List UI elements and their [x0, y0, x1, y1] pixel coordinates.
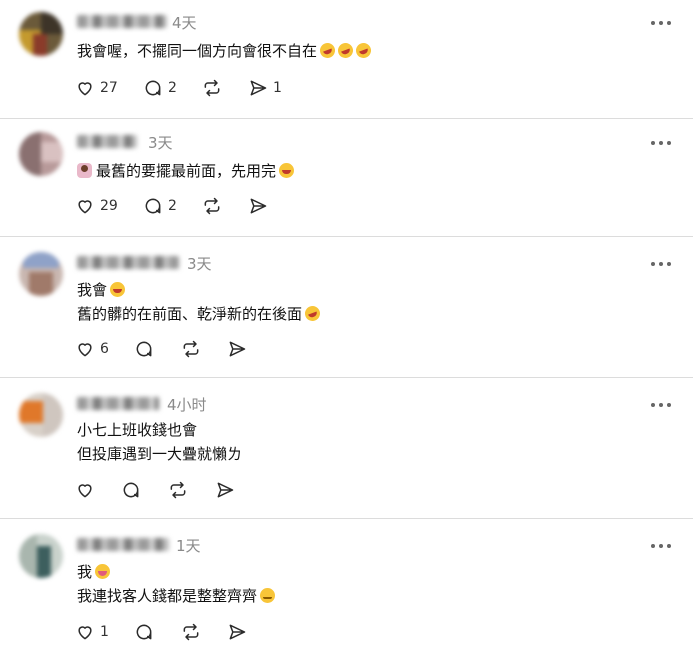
more-options-button[interactable] [651, 543, 671, 549]
like-button[interactable]: 27 [75, 76, 118, 100]
avatar[interactable] [19, 534, 63, 578]
more-options-button[interactable] [651, 402, 671, 408]
speech-bubble-icon [123, 482, 139, 498]
username[interactable] [77, 538, 169, 551]
rofl-emoji-icon [335, 40, 356, 61]
send-icon [250, 80, 267, 96]
repost-button[interactable] [202, 76, 222, 100]
relieved-emoji-icon [260, 588, 276, 603]
reply-button[interactable] [134, 620, 154, 644]
speech-bubble-icon [136, 341, 152, 357]
reply-button[interactable] [134, 337, 154, 361]
more-options-button[interactable] [651, 20, 671, 26]
repost-button[interactable] [181, 620, 201, 644]
username[interactable] [77, 397, 159, 410]
like-button[interactable] [75, 478, 95, 502]
comment: 4小时 小七上班收錢也會 但投庫遇到一大疊就懶ㄌ [0, 377, 693, 519]
more-dots-icon [651, 403, 655, 407]
repost-icon [183, 623, 199, 641]
share-button[interactable]: 1 [248, 76, 282, 100]
comment: 3天 我會 舊的髒的在前面、乾淨新的在後面 6 [0, 236, 693, 378]
speech-bubble-icon [136, 624, 152, 640]
avatar[interactable] [19, 132, 63, 176]
heart-icon [78, 82, 92, 96]
comment-text: 我 [77, 561, 111, 582]
more-options-button[interactable] [651, 140, 671, 146]
tongue-emoji-icon [95, 564, 111, 579]
like-button[interactable]: 6 [75, 337, 109, 361]
grinning-emoji-icon [279, 163, 295, 178]
send-icon [229, 341, 246, 357]
heart-icon [78, 626, 92, 640]
heart-icon [78, 484, 92, 498]
speech-bubble-icon [145, 198, 161, 214]
comment: 4天 我會喔，不擺同一個方向會很不自在 27 2 1 [0, 0, 693, 119]
rofl-emoji-icon [317, 40, 338, 61]
rofl-emoji-icon [302, 303, 323, 324]
rofl-emoji-icon [353, 40, 374, 61]
speech-bubble-icon [145, 80, 161, 96]
more-dots-icon [651, 544, 655, 548]
share-button[interactable] [248, 194, 268, 218]
avatar[interactable] [19, 12, 63, 56]
repost-icon [170, 481, 186, 499]
comment-text: 最舊的要擺最前面，先用完 [77, 160, 295, 181]
username[interactable] [77, 256, 179, 269]
reply-button[interactable] [121, 478, 141, 502]
reply-button[interactable]: 2 [143, 76, 177, 100]
timestamp: 4小时 [167, 396, 207, 414]
repost-button[interactable] [181, 337, 201, 361]
send-icon [229, 624, 246, 640]
like-button[interactable]: 29 [75, 194, 118, 218]
person-emoji-icon [77, 163, 92, 178]
avatar[interactable] [19, 393, 63, 437]
timestamp: 3天 [148, 134, 173, 152]
comment-text: 小七上班收錢也會 [77, 421, 198, 439]
send-icon [250, 198, 267, 214]
more-dots-icon [651, 262, 655, 266]
heart-icon [78, 343, 92, 357]
share-button[interactable] [215, 478, 235, 502]
comment: 3天 最舊的要擺最前面，先用完 29 2 [0, 118, 693, 237]
more-dots-icon [651, 21, 655, 25]
repost-button[interactable] [202, 194, 222, 218]
repost-icon [183, 340, 199, 358]
comment: 1天 我 我連找客人錢都是整整齊齊 1 [0, 518, 693, 657]
share-button[interactable] [227, 620, 247, 644]
timestamp: 3天 [187, 255, 212, 273]
username[interactable] [77, 135, 137, 148]
repost-button[interactable] [168, 478, 188, 502]
comment-text: 舊的髒的在前面、乾淨新的在後面 [77, 303, 323, 324]
repost-icon [204, 79, 220, 97]
comment-text: 我會 [77, 279, 126, 300]
more-options-button[interactable] [651, 261, 671, 267]
comment-text: 我連找客人錢都是整整齊齊 [77, 585, 276, 606]
share-button[interactable] [227, 337, 247, 361]
comment-text: 但投庫遇到一大疊就懶ㄌ [77, 445, 243, 463]
grinning-emoji-icon [110, 282, 126, 297]
like-button[interactable]: 1 [75, 620, 109, 644]
timestamp: 4天 [172, 14, 197, 32]
more-dots-icon [651, 141, 655, 145]
reply-button[interactable]: 2 [143, 194, 177, 218]
heart-icon [78, 200, 92, 214]
timestamp: 1天 [176, 537, 201, 555]
avatar[interactable] [19, 252, 63, 296]
username[interactable] [77, 15, 167, 28]
comment-text: 我會喔，不擺同一個方向會很不自在 [77, 40, 374, 61]
repost-icon [204, 197, 220, 215]
send-icon [217, 482, 234, 498]
